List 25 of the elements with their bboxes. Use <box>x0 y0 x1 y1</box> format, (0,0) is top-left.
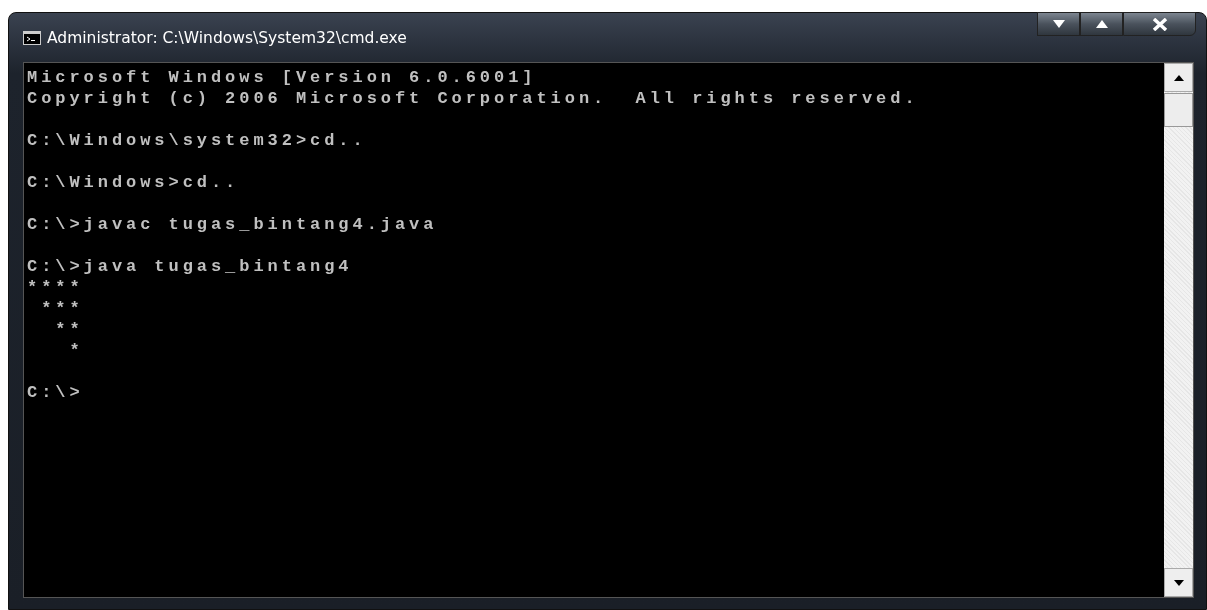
console-line: Microsoft Windows [Version 6.0.6001] <box>27 67 537 88</box>
console-line: *** <box>40 298 84 319</box>
console-line: * <box>68 340 84 361</box>
close-button[interactable] <box>1123 12 1196 36</box>
console-line: C:\>javac tugas_bintang4.java <box>27 214 438 235</box>
scrollbar-thumb[interactable] <box>1164 93 1193 127</box>
console-line: C:\Windows\system32>cd.. <box>27 130 367 151</box>
scroll-down-button[interactable] <box>1164 568 1193 597</box>
down-triangle-icon <box>1173 579 1184 586</box>
up-triangle-icon <box>1095 20 1108 28</box>
down-triangle-icon <box>1052 20 1065 28</box>
window-title: Administrator: C:\Windows\System32\cmd.exe <box>47 28 407 47</box>
maximize-button[interactable] <box>1080 12 1123 36</box>
console-line: C:\> <box>27 382 84 403</box>
scrollbar[interactable] <box>1164 63 1193 597</box>
minimize-button[interactable] <box>1037 12 1080 36</box>
console-line: **** <box>27 277 84 298</box>
scroll-up-button[interactable] <box>1164 63 1193 92</box>
console-icon <box>23 30 41 45</box>
console-line: C:\Windows>cd.. <box>27 172 240 193</box>
console-line: ** <box>54 319 84 340</box>
console-line: Copyright (c) 2006 Microsoft Corporation. All rights reserved. <box>27 88 919 109</box>
up-triangle-icon <box>1173 74 1184 81</box>
console-line: C:\>java tugas_bintang4 <box>27 256 353 277</box>
close-icon <box>1151 17 1168 31</box>
